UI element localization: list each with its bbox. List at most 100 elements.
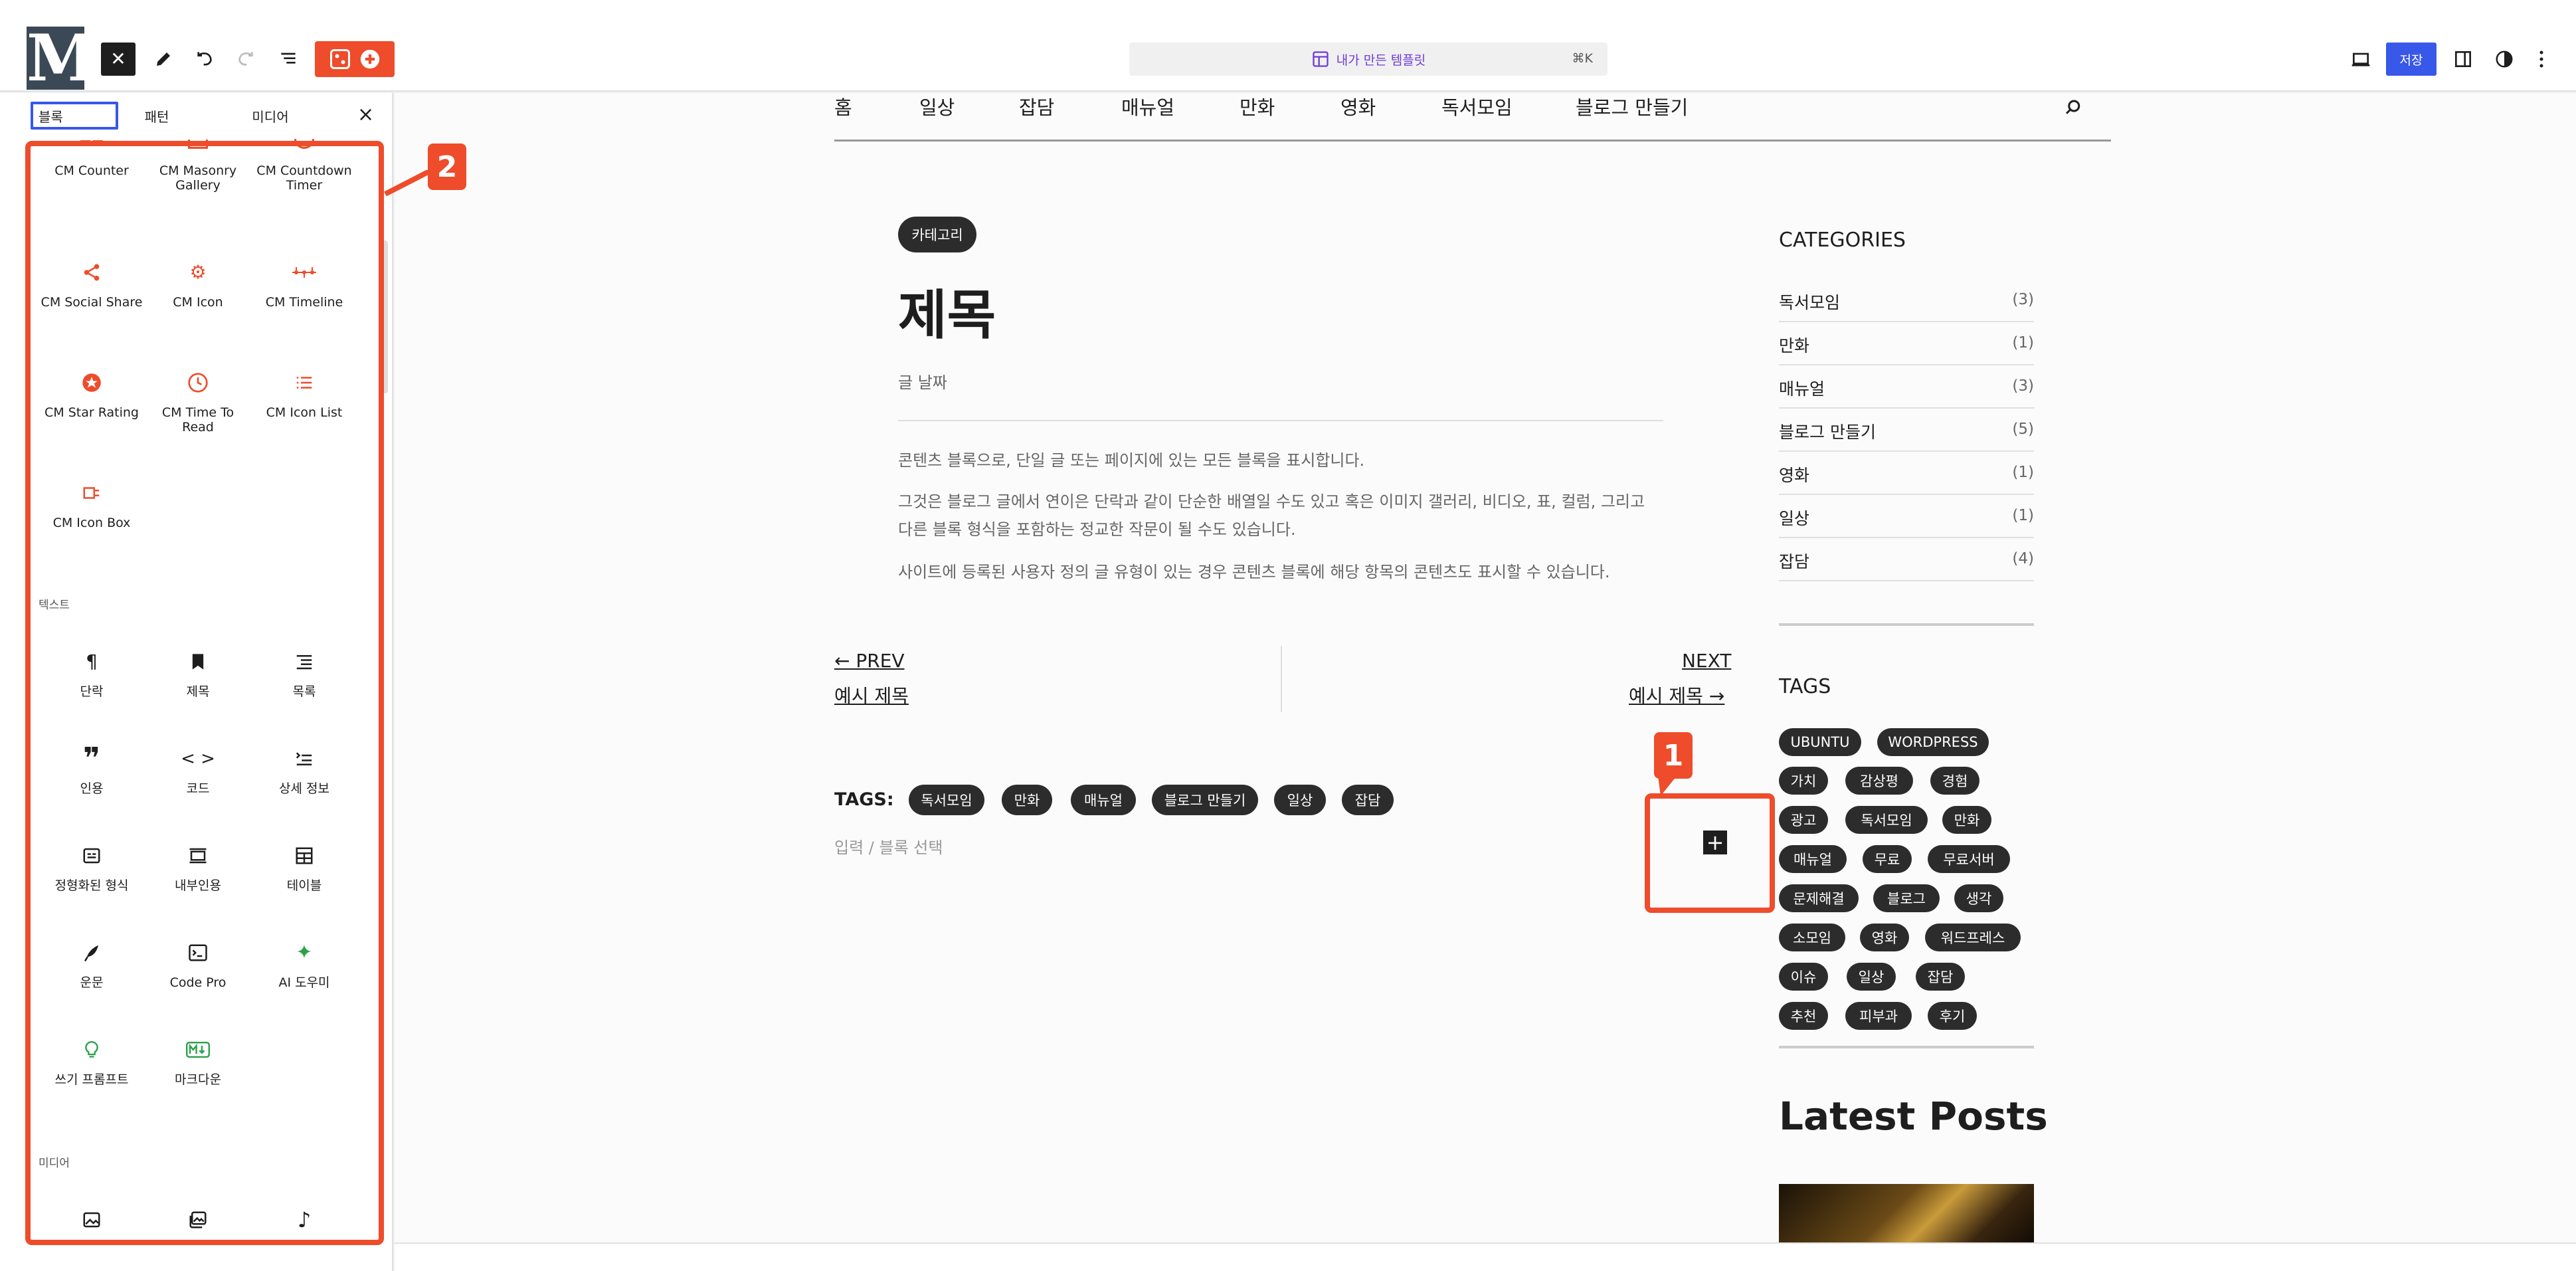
nav-item-book-club[interactable]: 독서모임 (1441, 92, 1513, 120)
category-row[interactable]: 잡담 (4) (1779, 538, 2034, 581)
highlight-box-add-block (1645, 793, 1775, 913)
category-row[interactable]: 일상 (1) (1779, 495, 2034, 538)
category-row[interactable]: 독서모임 (3) (1779, 279, 2034, 322)
badge-pointer-2 (384, 170, 433, 197)
post-tag[interactable]: 일상 (1274, 785, 1326, 815)
sidebar-tag[interactable]: 가치 (1779, 767, 1828, 795)
undo-button[interactable] (187, 43, 222, 76)
sidebar-tag[interactable]: 문제해결 (1779, 884, 1859, 912)
document-overview-button[interactable] (271, 43, 306, 76)
nav-item-daily[interactable]: 일상 (919, 92, 955, 120)
block-builder-icon (330, 49, 350, 69)
status-bar (395, 1242, 2576, 1271)
categories-heading: CATEGORIES (1779, 229, 1906, 252)
contrast-icon (2496, 50, 2513, 68)
nav-item-movies[interactable]: 영화 (1340, 92, 1376, 120)
next-post-label[interactable]: NEXT (1682, 650, 1731, 672)
list-view-icon (281, 52, 296, 64)
category-chip[interactable]: 카테고리 (898, 217, 976, 252)
sidebar-tag[interactable]: 독서모임 (1845, 806, 1928, 834)
tab-patterns[interactable]: 패턴 (130, 102, 183, 130)
post-nav-divider (1281, 646, 1282, 712)
post-tag[interactable]: 만화 (1002, 785, 1052, 815)
sidebar-tag[interactable]: WORDPRESS (1877, 728, 1989, 756)
settings-sidebar-button[interactable] (2447, 43, 2479, 76)
category-row[interactable]: 블로그 만들기 (5) (1779, 409, 2034, 452)
template-icon (1313, 51, 1329, 67)
category-row[interactable]: 만화 (1) (1779, 322, 2034, 365)
content-paragraph: 그것은 블로그 글에서 연이은 단락과 같이 단순한 배열일 수도 있고 혹은 … (898, 492, 1645, 539)
add-circle-icon (360, 49, 380, 69)
redo-button[interactable] (229, 43, 263, 76)
options-button[interactable] (2528, 43, 2555, 76)
tags-heading: TAGS (1779, 675, 1831, 698)
post-title[interactable]: 제목 (898, 272, 996, 349)
shortcut-hint: ⌘K (1572, 51, 1593, 66)
sidebar-tag[interactable]: 만화 (1942, 806, 1991, 834)
save-button[interactable]: 저장 (2386, 43, 2437, 76)
badge-pointer-1 (1658, 776, 1677, 796)
command-palette-bar[interactable]: 내가 만든 템플릿 ⌘K (1129, 43, 1608, 76)
edit-tools-button[interactable] (146, 43, 181, 76)
block-input-placeholder[interactable]: 입력 / 블록 선택 (834, 834, 943, 858)
post-date: 글 날짜 (898, 373, 947, 392)
nav-item-home[interactable]: 홈 (834, 92, 852, 120)
site-editor: M ✕ 내가 만든 템플릿 ⌘K 저장 블록 패턴 미디어 × ▬▬ CM Co… (0, 0, 2576, 1271)
close-icon: ✕ (110, 48, 126, 70)
close-inserter-icon[interactable]: × (357, 105, 374, 125)
highlight-box-inserter (25, 141, 384, 1245)
close-inserter-button[interactable]: ✕ (101, 43, 136, 76)
content-paragraph: 사이트에 등록된 사용자 정의 글 유형이 있는 경우 콘텐츠 블록에 해당 항… (898, 563, 1610, 581)
post-tag[interactable]: 잡담 (1342, 785, 1394, 815)
search-icon[interactable] (2063, 98, 2083, 118)
sidebar-tag[interactable]: 소모임 (1779, 924, 1845, 951)
sidebar-tag[interactable]: 블로그 (1873, 884, 1940, 912)
post-tag[interactable]: 블로그 만들기 (1152, 785, 1258, 815)
sidebar-tag[interactable]: 경험 (1930, 767, 1979, 795)
sidebar-icon (2455, 51, 2471, 67)
sidebar-tag[interactable]: 광고 (1779, 806, 1828, 834)
more-vertical-icon (2539, 50, 2543, 68)
sidebar-tag[interactable]: 감상평 (1845, 767, 1913, 795)
template-name: 내가 만든 템플릿 (1336, 52, 1426, 68)
sidebar-tag[interactable]: 무료서버 (1928, 845, 2010, 873)
post-tag[interactable]: 독서모임 (909, 785, 984, 815)
sidebar-tag[interactable]: 일상 (1847, 963, 1896, 991)
editor-canvas (395, 93, 2576, 1242)
content-paragraph: 콘텐츠 블록으로, 단일 글 또는 페이지에 있는 모든 블록을 표시합니다. (898, 451, 1365, 470)
sidebar-tag[interactable]: 무료 (1863, 845, 1912, 873)
sidebar-tag[interactable]: 추천 (1779, 1002, 1828, 1030)
inserter-tabs: 블록 패턴 미디어 × (0, 93, 392, 137)
sidebar-tag[interactable]: 영화 (1860, 924, 1909, 951)
nav-item-comics[interactable]: 만화 (1240, 92, 1275, 120)
nav-item-make-blog[interactable]: 블로그 만들기 (1576, 92, 1688, 120)
prev-post-title[interactable]: 예시 제목 (834, 682, 909, 708)
redo-icon (238, 52, 253, 66)
site-logo[interactable]: M (27, 27, 97, 90)
sidebar-tag[interactable]: UBUNTU (1779, 728, 1861, 756)
sidebar-tag[interactable]: 피부과 (1845, 1002, 1912, 1030)
latest-post-thumbnail[interactable] (1779, 1184, 2034, 1242)
desktop-icon (2351, 52, 2370, 66)
nav-item-manual[interactable]: 매뉴얼 (1121, 92, 1174, 120)
category-row[interactable]: 매뉴얼 (3) (1779, 365, 2034, 409)
category-row[interactable]: 영화 (1) (1779, 452, 2034, 495)
annotation-badge-1: 1 (1654, 732, 1693, 779)
sidebar-tag[interactable]: 워드프레스 (1925, 924, 2021, 951)
nav-item-chat[interactable]: 잡담 (1019, 92, 1054, 120)
sidebar-tag[interactable]: 이슈 (1779, 963, 1828, 991)
plugin-button[interactable] (315, 41, 395, 77)
sidebar-tag[interactable]: 생각 (1954, 884, 2003, 912)
post-tag[interactable]: 매뉴얼 (1071, 785, 1136, 815)
preview-button[interactable] (2345, 43, 2377, 76)
latest-posts-heading: Latest Posts (1779, 1094, 2048, 1139)
next-post-title[interactable]: 예시 제목 → (1629, 682, 1724, 708)
sidebar-tag[interactable]: 잡담 (1916, 963, 1965, 991)
tab-media[interactable]: 미디어 (240, 102, 300, 130)
sidebar-tag[interactable]: 매뉴얼 (1779, 845, 1847, 873)
site-navigation: 홈 일상 잡담 매뉴얼 만화 영화 독서모임 블로그 만들기 (834, 92, 2111, 142)
prev-post-label[interactable]: ← PREV (834, 650, 905, 672)
sidebar-tag[interactable]: 후기 (1928, 1002, 1977, 1030)
styles-button[interactable] (2488, 43, 2520, 76)
tab-blocks[interactable]: 블록 (31, 102, 118, 130)
